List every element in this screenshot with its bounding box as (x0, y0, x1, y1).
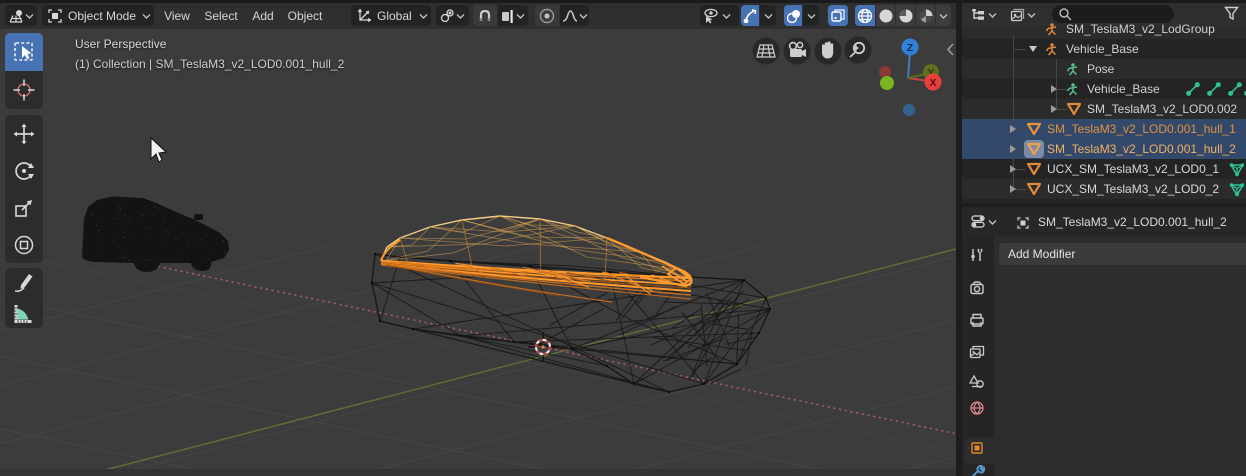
svg-text:X: X (929, 77, 936, 89)
svg-text:Z: Z (907, 42, 914, 54)
